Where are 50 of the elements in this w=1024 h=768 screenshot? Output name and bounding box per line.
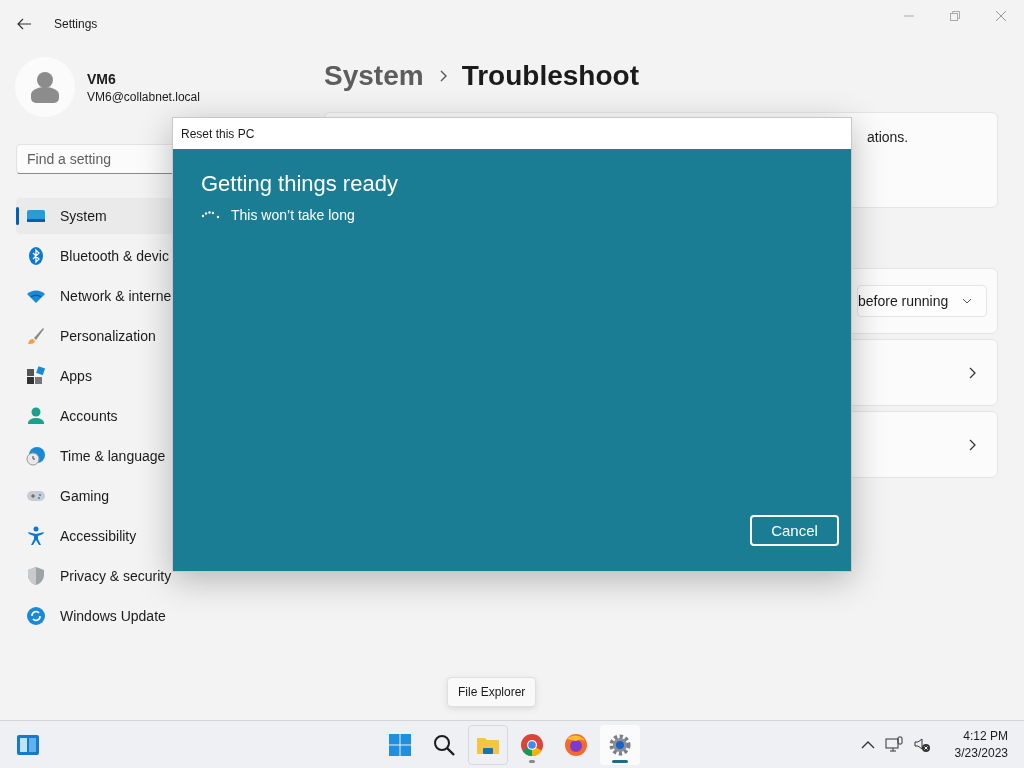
sidebar-item[interactable]: Apps bbox=[16, 358, 292, 394]
sidebar-item[interactable]: Accounts bbox=[16, 398, 292, 434]
spinner-icon bbox=[201, 210, 221, 220]
sidebar-item[interactable]: Windows Update bbox=[16, 598, 292, 634]
clock[interactable]: 4:12 PM 3/23/2023 bbox=[954, 729, 1008, 760]
sidebar-item[interactable]: Time & language bbox=[16, 438, 292, 474]
network-icon[interactable] bbox=[884, 735, 903, 754]
dialog-title: Reset this PC bbox=[173, 118, 851, 149]
sidebar-item[interactable]: Network & interne bbox=[16, 278, 292, 314]
sidebar-item[interactable]: Personalization bbox=[16, 318, 292, 354]
card-text: ations. bbox=[867, 129, 909, 145]
cancel-button[interactable]: Cancel bbox=[750, 515, 839, 546]
breadcrumb-link[interactable]: System bbox=[324, 60, 424, 92]
back-icon[interactable] bbox=[16, 16, 32, 32]
chevron-up-icon[interactable] bbox=[860, 739, 875, 750]
widgets-icon[interactable] bbox=[16, 732, 40, 757]
clock-date: 3/23/2023 bbox=[954, 746, 1008, 760]
speaker-muted-icon[interactable] bbox=[912, 735, 931, 754]
globe-clock-icon bbox=[26, 446, 46, 466]
page-title: Troubleshoot bbox=[461, 60, 639, 92]
clock-time: 4:12 PM bbox=[963, 729, 1008, 743]
sidebar-item[interactable]: Accessibility bbox=[16, 518, 292, 554]
chevron-down-icon bbox=[962, 298, 973, 304]
selection-indicator bbox=[16, 207, 19, 225]
bluetooth-icon bbox=[26, 246, 46, 266]
person-icon bbox=[30, 71, 60, 103]
brush-icon bbox=[26, 326, 46, 346]
sidebar-item[interactable]: Bluetooth & devic bbox=[16, 238, 292, 274]
dialog-heading: Getting things ready bbox=[201, 171, 399, 197]
person-icon bbox=[26, 406, 46, 426]
user-name: VM6 bbox=[87, 70, 117, 87]
browser-icon[interactable] bbox=[564, 732, 588, 757]
sidebar-item[interactable]: Privacy & security bbox=[16, 558, 292, 594]
chevron-right-icon bbox=[969, 438, 977, 451]
apps-icon bbox=[26, 366, 46, 386]
tooltip: File Explorer bbox=[447, 677, 537, 707]
chevron-right-icon bbox=[969, 366, 977, 379]
dropdown[interactable]: before running bbox=[857, 285, 988, 317]
gear-icon[interactable] bbox=[608, 732, 632, 757]
shield-icon bbox=[26, 566, 46, 586]
sidebar-item[interactable]: Gaming bbox=[16, 478, 292, 514]
refresh-icon bbox=[26, 606, 46, 626]
windows-logo-icon[interactable] bbox=[388, 732, 412, 757]
browser-icon[interactable] bbox=[520, 732, 544, 757]
restore-icon bbox=[950, 11, 960, 21]
accessibility-icon bbox=[26, 526, 46, 546]
search-icon[interactable] bbox=[432, 732, 456, 757]
user-email: VM6@collabnet.local bbox=[87, 89, 200, 104]
window-title: Settings bbox=[54, 17, 98, 31]
close-icon bbox=[996, 11, 1006, 21]
